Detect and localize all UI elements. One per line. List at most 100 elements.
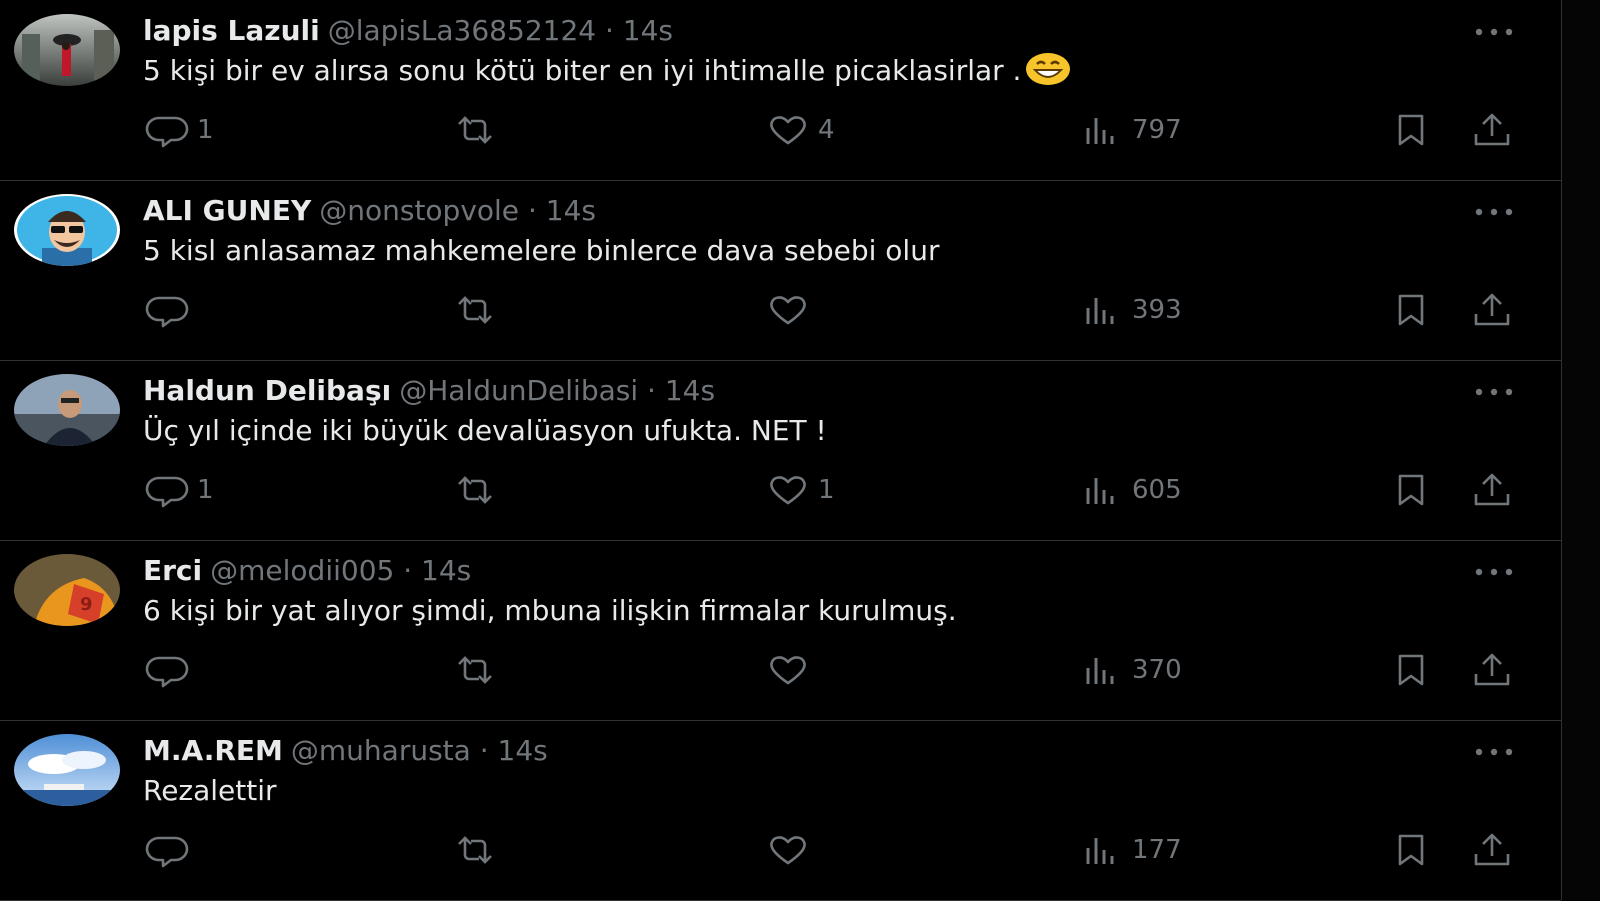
retweet-button[interactable] — [453, 828, 505, 872]
author-name[interactable]: lapis Lazuli — [143, 14, 320, 47]
bookmark-icon — [1398, 294, 1424, 326]
more-options-icon[interactable] — [1474, 384, 1514, 400]
timestamp[interactable]: · 14s — [605, 14, 673, 47]
view-count: 797 — [1132, 115, 1182, 145]
heart-icon — [770, 836, 806, 865]
reply-icon — [145, 296, 189, 328]
avatar[interactable] — [14, 734, 120, 806]
tweet-text: 6 kişi bir yat alıyor şimdi, mbuna ilişk… — [143, 594, 957, 627]
author-handle[interactable]: @HaldunDelibasi — [399, 374, 638, 407]
avatar[interactable] — [14, 194, 120, 266]
more-options-icon[interactable] — [1474, 564, 1514, 580]
tweet-header: M.A.REM @muharusta · 14s — [143, 730, 548, 772]
heart-icon — [770, 296, 806, 325]
retweet-icon — [458, 476, 492, 504]
tweet[interactable]: 9 Erci @melodii005 · 14s 6 kişi bir yat a… — [0, 540, 1561, 721]
more-options-icon[interactable] — [1474, 744, 1514, 760]
share-button[interactable] — [1470, 828, 1514, 872]
tweet[interactable]: Haldun Delibaşı @HaldunDelibasi · 14s Üç … — [0, 360, 1561, 541]
tweet-text-content: 5 kişi bir ev alırsa sonu kötü biter en … — [143, 54, 1022, 87]
view-count: 370 — [1132, 655, 1182, 685]
tweet-text: Rezalettir — [143, 774, 277, 807]
tweet-header: ALI GUNEY @nonstopvole · 14s — [143, 190, 596, 232]
share-icon — [1474, 293, 1510, 326]
reply-icon — [145, 116, 189, 148]
share-icon — [1474, 473, 1510, 506]
timestamp[interactable]: · 14s — [480, 734, 548, 767]
bookmark-icon — [1398, 834, 1424, 866]
bookmark-icon — [1398, 654, 1424, 686]
bookmark-button[interactable] — [1390, 108, 1434, 152]
tweet-header: lapis Lazuli @lapisLa36852124 · 14s — [143, 10, 673, 52]
bookmark-icon — [1398, 114, 1424, 146]
tweet-actions: 177 — [0, 828, 1561, 872]
heart-icon — [770, 476, 806, 505]
author-handle[interactable]: @melodii005 — [210, 554, 394, 587]
author-handle[interactable]: @lapisLa36852124 — [328, 14, 596, 47]
reply-button[interactable] — [145, 648, 197, 692]
bookmark-button[interactable] — [1390, 648, 1434, 692]
timestamp[interactable]: · 14s — [528, 194, 596, 227]
views-icon — [1086, 118, 1114, 144]
more-options-icon[interactable] — [1474, 24, 1514, 40]
views-button[interactable]: 177 — [1080, 828, 1182, 872]
retweet-button[interactable] — [453, 468, 505, 512]
reply-count: 1 — [197, 115, 214, 145]
view-count: 393 — [1132, 295, 1182, 325]
like-button[interactable]: 4 — [766, 108, 835, 152]
author-handle[interactable]: @nonstopvole — [319, 194, 519, 227]
author-handle[interactable]: @muharusta — [291, 734, 471, 767]
tweet[interactable]: M.A.REM @muharusta · 14s Rezalettir 177 — [0, 720, 1561, 901]
share-icon — [1474, 653, 1510, 686]
views-button[interactable]: 605 — [1080, 468, 1182, 512]
like-button[interactable]: 1 — [766, 468, 835, 512]
share-button[interactable] — [1470, 468, 1514, 512]
bookmark-button[interactable] — [1390, 828, 1434, 872]
retweet-icon — [458, 116, 492, 144]
timestamp[interactable]: · 14s — [647, 374, 715, 407]
views-icon — [1086, 838, 1114, 864]
reply-button[interactable] — [145, 288, 197, 332]
avatar[interactable] — [14, 14, 120, 86]
tweet[interactable]: ALI GUNEY @nonstopvole · 14s 5 kisl anlas… — [0, 180, 1561, 361]
views-icon — [1086, 298, 1114, 324]
retweet-button[interactable] — [453, 288, 505, 332]
bookmark-button[interactable] — [1390, 288, 1434, 332]
like-button[interactable] — [766, 288, 818, 332]
author-name[interactable]: Haldun Delibaşı — [143, 374, 391, 407]
reply-icon — [145, 836, 189, 868]
bookmark-icon — [1398, 474, 1424, 506]
reply-count: 1 — [197, 475, 214, 505]
author-name[interactable]: Erci — [143, 554, 202, 587]
avatar[interactable] — [14, 374, 120, 446]
author-name[interactable]: ALI GUNEY — [143, 194, 311, 227]
tweet-text: 5 kisl anlasamaz mahkemelere binlerce da… — [143, 234, 940, 267]
like-button[interactable] — [766, 648, 818, 692]
retweet-button[interactable] — [453, 648, 505, 692]
retweet-button[interactable] — [453, 108, 505, 152]
like-button[interactable] — [766, 828, 818, 872]
tweet-actions: 370 — [0, 648, 1561, 692]
reply-icon — [145, 476, 189, 508]
share-button[interactable] — [1470, 648, 1514, 692]
author-name[interactable]: M.A.REM — [143, 734, 283, 767]
views-button[interactable]: 370 — [1080, 648, 1182, 692]
reply-button[interactable] — [145, 828, 197, 872]
tweet-header: Haldun Delibaşı @HaldunDelibasi · 14s — [143, 370, 715, 412]
bookmark-button[interactable] — [1390, 468, 1434, 512]
reply-button[interactable]: 1 — [145, 108, 214, 152]
tweet[interactable]: lapis Lazuli @lapisLa36852124 · 14s 5 kiş… — [0, 0, 1561, 181]
timestamp[interactable]: · 14s — [403, 554, 471, 587]
page-edge — [1562, 0, 1600, 900]
reply-button[interactable]: 1 — [145, 468, 214, 512]
tweet-text: Üç yıl içinde iki büyük devalüasyon ufuk… — [143, 414, 827, 447]
share-button[interactable] — [1470, 108, 1514, 152]
share-button[interactable] — [1470, 288, 1514, 332]
share-icon — [1474, 833, 1510, 866]
views-button[interactable]: 393 — [1080, 288, 1182, 332]
more-options-icon[interactable] — [1474, 204, 1514, 220]
reply-icon — [145, 656, 189, 688]
avatar[interactable]: 9 — [14, 554, 120, 626]
heart-icon — [770, 656, 806, 685]
views-button[interactable]: 797 — [1080, 108, 1182, 152]
